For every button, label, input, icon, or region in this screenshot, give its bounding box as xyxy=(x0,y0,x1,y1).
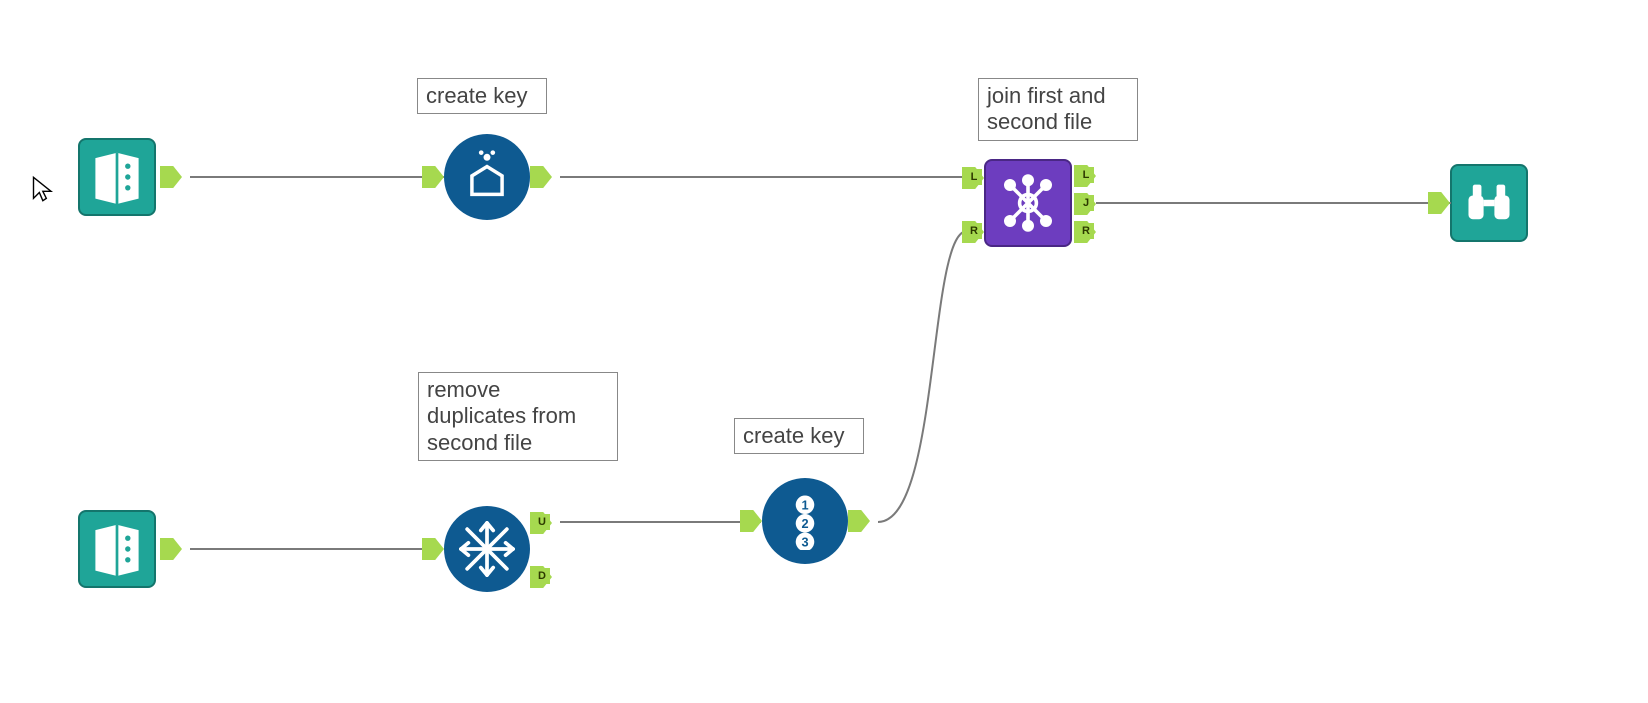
port-label-r-out: R xyxy=(1078,223,1094,239)
connection-wires xyxy=(0,0,1648,703)
formula-icon xyxy=(444,134,530,220)
output-port[interactable] xyxy=(530,166,552,188)
input-port[interactable] xyxy=(740,510,762,532)
port-label-u: U xyxy=(534,514,550,530)
record-id-tool[interactable]: 1 2 3 xyxy=(762,478,848,564)
snowflake-icon xyxy=(444,506,530,592)
output-port[interactable] xyxy=(848,510,870,532)
workflow-canvas[interactable]: create key join first and second file L … xyxy=(0,0,1648,703)
annotation-remove-duplicates: remove duplicates from second file xyxy=(418,372,618,461)
annotation-create-key-1: create key xyxy=(417,78,547,114)
port-label-d: D xyxy=(534,568,550,584)
annotation-create-key-2: create key xyxy=(734,418,864,454)
port-label-l-out: L xyxy=(1078,167,1094,183)
input-tool-1[interactable] xyxy=(78,138,156,216)
formula-tool-1[interactable] xyxy=(444,134,530,220)
cursor-icon xyxy=(30,175,60,205)
port-label-j-out: J xyxy=(1078,195,1094,211)
port-label-l-in: L xyxy=(966,169,982,185)
join-tool[interactable]: L R L J xyxy=(984,159,1072,247)
input-tool-2[interactable] xyxy=(78,510,156,588)
input-port[interactable] xyxy=(1428,192,1450,214)
svg-text:1: 1 xyxy=(801,497,808,512)
input-port[interactable] xyxy=(422,166,444,188)
numbered-list-icon: 1 2 3 xyxy=(762,478,848,564)
svg-text:2: 2 xyxy=(801,516,808,531)
file-input-icon xyxy=(78,510,156,588)
input-port[interactable] xyxy=(422,538,444,560)
output-port[interactable] xyxy=(160,166,182,188)
port-label-r-in: R xyxy=(966,223,982,239)
file-input-icon xyxy=(78,138,156,216)
browse-tool[interactable] xyxy=(1450,164,1528,242)
annotation-join: join first and second file xyxy=(978,78,1138,141)
output-port[interactable] xyxy=(160,538,182,560)
binoculars-icon xyxy=(1450,164,1528,242)
svg-text:3: 3 xyxy=(801,535,808,550)
unique-tool[interactable]: U D xyxy=(444,506,530,592)
join-icon xyxy=(984,159,1072,247)
